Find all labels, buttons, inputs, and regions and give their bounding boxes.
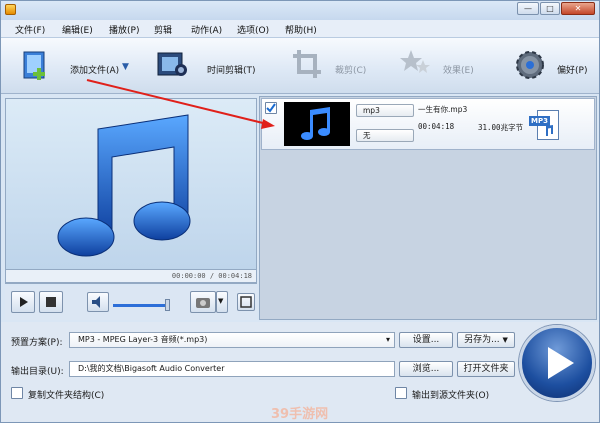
- menu-play[interactable]: 播放(P): [109, 23, 139, 36]
- stop-icon: [46, 297, 56, 307]
- settings-button[interactable]: 设置...: [399, 332, 453, 348]
- seek-bar[interactable]: 00:00:00 / 00:04:18: [5, 269, 257, 283]
- menu-action[interactable]: 动作(A): [191, 23, 222, 36]
- save-as-label: 另存为...: [464, 335, 500, 345]
- snapshot-menu-button[interactable]: ▼: [216, 291, 228, 313]
- play-icon: [20, 297, 28, 307]
- subtitle-select[interactable]: 无: [356, 129, 414, 142]
- format-select-value: mp3: [363, 106, 380, 115]
- output-dir-value: D:\我的文档\Bigasoft Audio Converter: [78, 364, 225, 373]
- volume-button[interactable]: [87, 292, 109, 312]
- add-file-icon: [23, 51, 45, 80]
- file-title: 一生有你.mp3: [418, 105, 468, 114]
- add-file-label: 添加文件(A): [70, 66, 120, 76]
- chevron-down-icon: ▼: [218, 297, 224, 305]
- dropdown-arrow-icon[interactable]: ▼: [122, 62, 129, 72]
- play-icon: [548, 347, 574, 379]
- menu-options[interactable]: 选项(O): [237, 23, 269, 36]
- menu-file[interactable]: 文件(F): [15, 23, 45, 36]
- open-folder-button[interactable]: 打开文件夹: [457, 361, 515, 377]
- fullscreen-button[interactable]: [237, 293, 255, 311]
- playback-controls: ▼: [5, 286, 257, 320]
- title-bar: — □ ✕: [1, 1, 599, 20]
- copy-structure-checkbox[interactable]: [11, 387, 23, 399]
- crop-button: 裁剪(C): [289, 38, 377, 94]
- file-row[interactable]: mp3 无 一生有你.mp3 00:04:18 31.00兆字节 MP3: [261, 98, 595, 150]
- file-duration: 00:04:18: [418, 122, 455, 131]
- menu-help[interactable]: 帮助(H): [285, 23, 317, 36]
- film-scissors-icon: [157, 52, 187, 76]
- save-as-button[interactable]: 另存为... ▼: [457, 332, 515, 348]
- music-note-icon: [301, 107, 330, 140]
- preset-label: 预置方案(P):: [11, 338, 63, 348]
- prefs-label: 偏好(P): [557, 66, 588, 76]
- preset-select-value: MP3 - MPEG Layer-3 音频(*.mp3): [78, 335, 208, 344]
- trim-label: 时间剪辑(T): [207, 66, 256, 76]
- file-checkbox[interactable]: [265, 102, 277, 114]
- maximize-button[interactable]: □: [540, 2, 560, 15]
- effect-label: 效果(E): [443, 66, 474, 76]
- snapshot-button[interactable]: [190, 291, 216, 313]
- toolbar: 添加文件(A) ▼ 时间剪辑(T) 裁剪(C) 效果(E) 偏好(P): [1, 38, 599, 94]
- crop-label: 裁剪(C): [335, 66, 367, 76]
- format-select[interactable]: mp3: [356, 104, 414, 117]
- note-icon: [546, 125, 553, 136]
- browse-button[interactable]: 浏览...: [399, 361, 453, 377]
- preset-select[interactable]: MP3 - MPEG Layer-3 音频(*.mp3) ▾: [69, 332, 395, 348]
- app-window: — □ ✕ 文件(F) 编辑(E) 播放(P) 剪辑 动作(A) 选项(O) 帮…: [0, 0, 600, 423]
- trim-button[interactable]: 时间剪辑(T): [153, 38, 263, 94]
- mp3-file-icon: MP3: [529, 110, 561, 142]
- chevron-down-icon: ▼: [502, 336, 508, 344]
- prefs-button[interactable]: 偏好(P): [513, 38, 597, 94]
- volume-slider[interactable]: [113, 304, 169, 307]
- stop-button[interactable]: [39, 291, 63, 313]
- file-list: mp3 无 一生有你.mp3 00:04:18 31.00兆字节 MP3: [259, 96, 597, 320]
- convert-button[interactable]: [519, 325, 595, 401]
- subtitle-select-value: 无: [363, 131, 371, 140]
- add-file-button[interactable]: 添加文件(A) ▼: [15, 38, 135, 94]
- app-icon: [5, 4, 16, 15]
- crop-icon: [293, 50, 321, 78]
- camera-icon: [196, 298, 210, 308]
- watermark: 39手游网: [271, 407, 329, 422]
- output-to-source-label: 输出到源文件夹(O): [412, 391, 490, 401]
- speaker-icon: [92, 296, 100, 308]
- output-to-source-checkbox[interactable]: [395, 387, 407, 399]
- output-dir-field[interactable]: D:\我的文档\Bigasoft Audio Converter: [69, 361, 395, 377]
- preview-pane: [5, 98, 257, 284]
- gear-icon: [516, 51, 544, 79]
- minimize-button[interactable]: —: [517, 2, 539, 15]
- stars-icon: [400, 50, 430, 73]
- fullscreen-icon: [240, 296, 252, 308]
- menu-bar: 文件(F) 编辑(E) 播放(P) 剪辑 动作(A) 选项(O) 帮助(H): [1, 20, 599, 38]
- play-button[interactable]: [11, 291, 35, 313]
- music-note-icon: [57, 114, 191, 257]
- file-size: 31.00兆字节: [478, 123, 524, 132]
- volume-slider-handle[interactable]: [165, 299, 170, 311]
- chevron-down-icon: ▾: [385, 335, 390, 344]
- close-button[interactable]: ✕: [561, 2, 595, 15]
- menu-clip[interactable]: 剪辑: [154, 23, 172, 36]
- menu-edit[interactable]: 编辑(E): [62, 23, 93, 36]
- checkmark-icon: [266, 103, 276, 113]
- file-thumbnail: [284, 102, 350, 146]
- copy-structure-label: 复制文件夹结构(C): [28, 391, 105, 401]
- time-readout: 00:00:00 / 00:04:18: [171, 272, 252, 280]
- effect-button: 效果(E): [399, 38, 479, 94]
- output-label: 输出目录(U):: [11, 367, 64, 377]
